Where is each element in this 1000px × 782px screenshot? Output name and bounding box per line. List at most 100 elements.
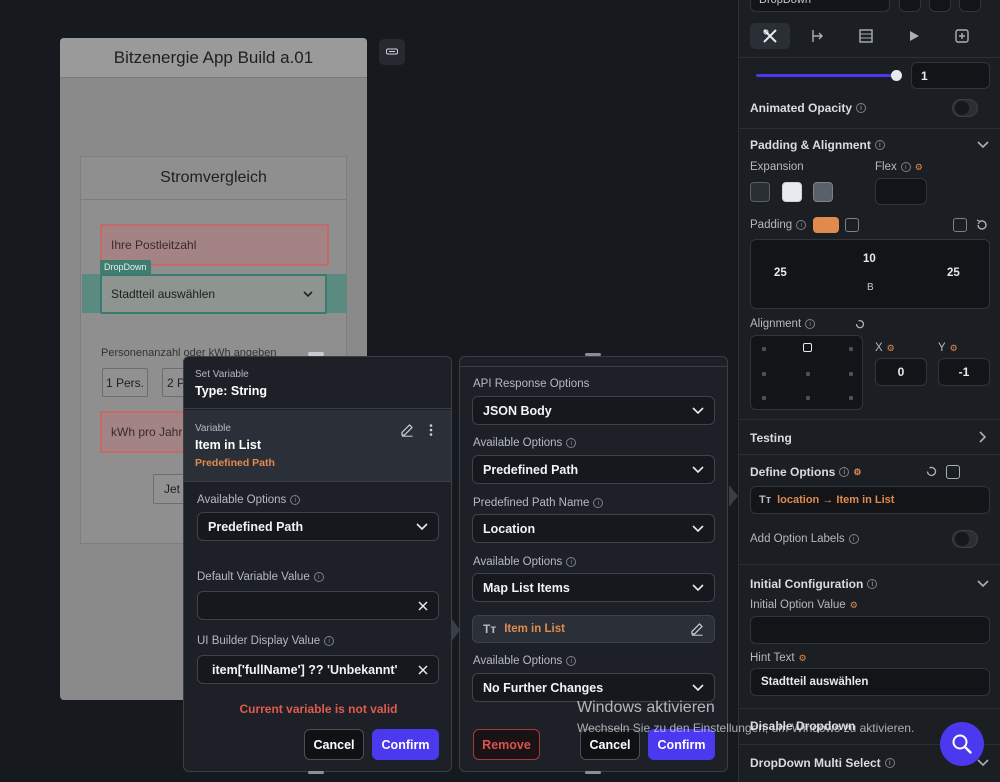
info-icon: i	[796, 220, 807, 230]
padding-left-value[interactable]: 25	[774, 267, 787, 279]
chevron-down-icon[interactable]	[977, 759, 989, 767]
select-value: Predefined Path	[483, 462, 579, 477]
padding-top-value[interactable]: 10	[863, 253, 876, 265]
edit-icon[interactable]	[690, 622, 704, 636]
info-icon: i	[313, 572, 324, 582]
table-icon	[859, 29, 873, 43]
remove-button[interactable]: Remove	[473, 729, 540, 760]
widget-name-field[interactable]: DropDown	[750, 0, 890, 12]
info-icon: i	[900, 162, 911, 172]
tab-actions[interactable]	[798, 23, 838, 49]
set-variable-header: Set Variable Type: String	[184, 357, 451, 409]
variable-icon[interactable]: ⚙	[915, 162, 923, 173]
y-field[interactable]: -1	[938, 358, 990, 386]
confirm-button[interactable]: Confirm	[372, 729, 439, 760]
reset-icon[interactable]	[854, 318, 866, 330]
reset-icon[interactable]	[975, 218, 989, 232]
padding-right-value[interactable]: 25	[947, 267, 960, 279]
watermark-subtitle: Wechseln Sie zu den Einstellungen, um Wi…	[577, 721, 915, 735]
chevron-down-icon[interactable]	[977, 580, 989, 588]
copy-icon[interactable]	[953, 218, 967, 232]
text-type-icon: Tт	[483, 622, 497, 636]
chevron-down-icon[interactable]	[977, 141, 989, 149]
tab-add[interactable]	[942, 23, 982, 49]
chevron-down-icon	[692, 465, 704, 473]
available-options-select[interactable]: Predefined Path	[472, 455, 715, 484]
define-options-header[interactable]: Define Options i ⚙	[750, 465, 861, 479]
chevron-right-icon[interactable]	[979, 431, 987, 443]
panel-top-strip	[460, 357, 727, 367]
tab-backend[interactable]	[846, 23, 886, 49]
variable-icon[interactable]: ⚙	[950, 343, 958, 354]
initial-configuration-header[interactable]: Initial Configuration i	[750, 577, 878, 591]
add-item-icon[interactable]	[946, 465, 960, 479]
heart-icon[interactable]	[899, 0, 921, 12]
edit-icon[interactable]	[400, 423, 414, 437]
drag-handle[interactable]	[308, 771, 324, 774]
link-icon[interactable]	[959, 0, 981, 12]
tab-animations[interactable]	[894, 23, 934, 49]
tab-properties[interactable]	[750, 23, 790, 49]
variable-icon[interactable]: ⚙	[799, 653, 807, 664]
reset-icon[interactable]	[925, 465, 938, 478]
hint-text-label: Hint Text ⚙	[750, 652, 807, 664]
drag-handle[interactable]	[585, 353, 601, 356]
variable-small: Variable	[195, 423, 231, 434]
define-options-value[interactable]: Tт location → Item in List	[750, 486, 990, 514]
multi-select-header[interactable]: DropDown Multi Select i	[750, 756, 895, 770]
flex-field[interactable]	[875, 178, 927, 205]
padding-custom-toggle[interactable]	[845, 218, 859, 232]
expansion-loose-icon[interactable]	[750, 182, 770, 202]
stadtteil-dropdown[interactable]: Stadtteil auswählen	[100, 274, 327, 314]
add-option-labels-toggle[interactable]	[952, 530, 978, 548]
info-icon: i	[848, 534, 859, 544]
alignment-grid[interactable]	[750, 335, 863, 410]
padding-alignment-header[interactable]: Padding & Alignment i	[750, 138, 885, 152]
tools-icon	[763, 29, 777, 43]
add-box-icon	[955, 29, 969, 43]
hint-text-field[interactable]: Stadtteil auswählen	[750, 668, 990, 696]
camera-icon[interactable]	[929, 0, 951, 12]
opacity-value-field[interactable]: 1	[911, 62, 990, 89]
cancel-button[interactable]: Cancel	[304, 729, 364, 760]
info-icon: i	[324, 636, 335, 646]
variable-icon[interactable]: ⚙	[887, 343, 895, 354]
info-icon: i	[805, 319, 816, 329]
more-vert-icon[interactable]	[428, 423, 434, 437]
padding-uniform-toggle[interactable]	[813, 217, 839, 233]
variable-icon[interactable]: ⚙	[853, 467, 861, 478]
clear-icon[interactable]	[418, 664, 428, 675]
display-value-input[interactable]: item['fullName'] ?? 'Unbekannt'	[197, 655, 439, 684]
expansion-tight-icon[interactable]	[782, 182, 802, 202]
info-icon: i	[566, 438, 577, 448]
padding-label: Padding i	[750, 219, 807, 231]
info-icon: i	[290, 495, 301, 505]
link-toggle-icon[interactable]	[379, 39, 405, 65]
x-field[interactable]: 0	[875, 358, 927, 386]
kwh-input[interactable]: kWh pro Jahr	[100, 411, 190, 453]
clear-icon[interactable]	[418, 600, 428, 611]
persons-chip-1[interactable]: 1 Pers.	[102, 368, 148, 397]
path-name-select[interactable]: Location	[472, 514, 715, 543]
opacity-slider[interactable]	[756, 74, 899, 77]
expansion-expand-icon[interactable]	[813, 182, 833, 202]
slider-thumb[interactable]	[891, 70, 902, 81]
animated-opacity-toggle[interactable]	[952, 99, 978, 117]
initial-option-value-field[interactable]	[750, 616, 990, 644]
padding-bottom-value[interactable]: B	[867, 282, 874, 293]
chevron-down-icon	[416, 522, 428, 530]
available-options-select[interactable]: Predefined Path	[197, 512, 439, 541]
chevron-down-icon	[303, 291, 313, 298]
further-changes-select[interactable]: No Further Changes	[472, 673, 715, 702]
item-in-list-chip[interactable]: Tт Item in List	[472, 615, 715, 643]
search-fab[interactable]	[940, 722, 984, 766]
default-value-input[interactable]	[197, 591, 439, 620]
map-list-select[interactable]: Map List Items	[472, 573, 715, 602]
variable-row[interactable]: Variable Item in List Predefined Path	[184, 410, 451, 482]
drag-handle[interactable]	[585, 771, 601, 774]
alignment-selected[interactable]	[803, 343, 812, 352]
available-options-label: Available Options i	[197, 494, 301, 506]
variable-icon[interactable]: ⚙	[850, 600, 858, 611]
response-select[interactable]: JSON Body	[472, 396, 715, 425]
testing-header[interactable]: Testing	[750, 431, 792, 445]
